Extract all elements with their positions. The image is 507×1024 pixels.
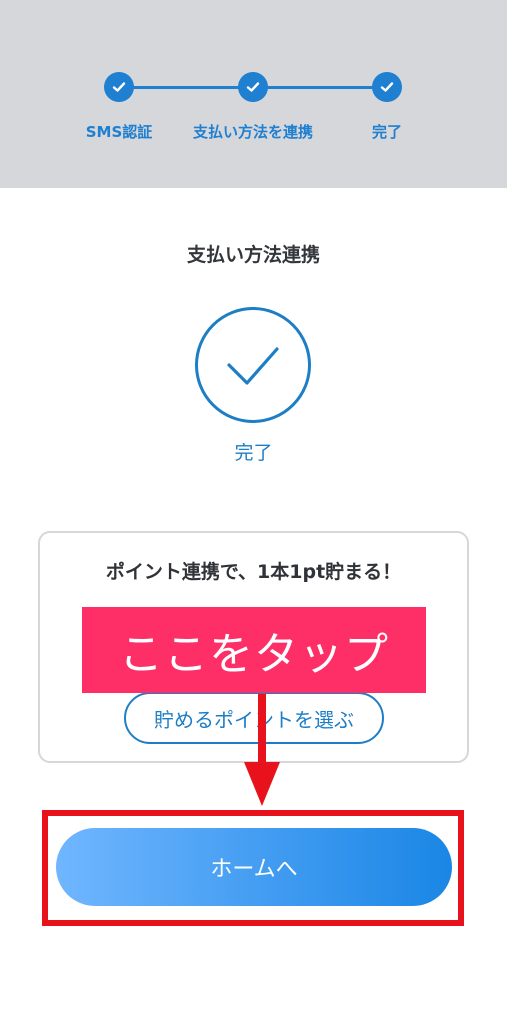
step-label-payment: 支払い方法を連携 — [192, 123, 314, 141]
step-connector — [253, 86, 387, 89]
arrow-down-icon — [258, 694, 266, 766]
step-check-icon — [104, 72, 134, 102]
status-label: 完了 — [234, 442, 273, 464]
stepper-header: SMS認証 支払い方法を連携 完了 — [0, 0, 507, 188]
choose-points-button[interactable]: 貯めるポイントを選ぶ — [124, 692, 384, 744]
home-button[interactable]: ホームへ — [56, 828, 452, 906]
step-connector — [119, 86, 253, 89]
step-label-complete: 完了 — [371, 123, 403, 141]
check-circle-icon — [195, 307, 311, 423]
page-title: 支払い方法連携 — [186, 244, 320, 266]
step-label-sms: SMS認証 — [85, 123, 153, 141]
arrow-head-icon — [244, 762, 280, 806]
step-check-icon — [238, 72, 268, 102]
tap-here-banner: ここをタップ — [82, 607, 426, 693]
step-check-icon — [372, 72, 402, 102]
points-card-title: ポイント連携で、1本1pt貯まる！ — [105, 561, 402, 583]
